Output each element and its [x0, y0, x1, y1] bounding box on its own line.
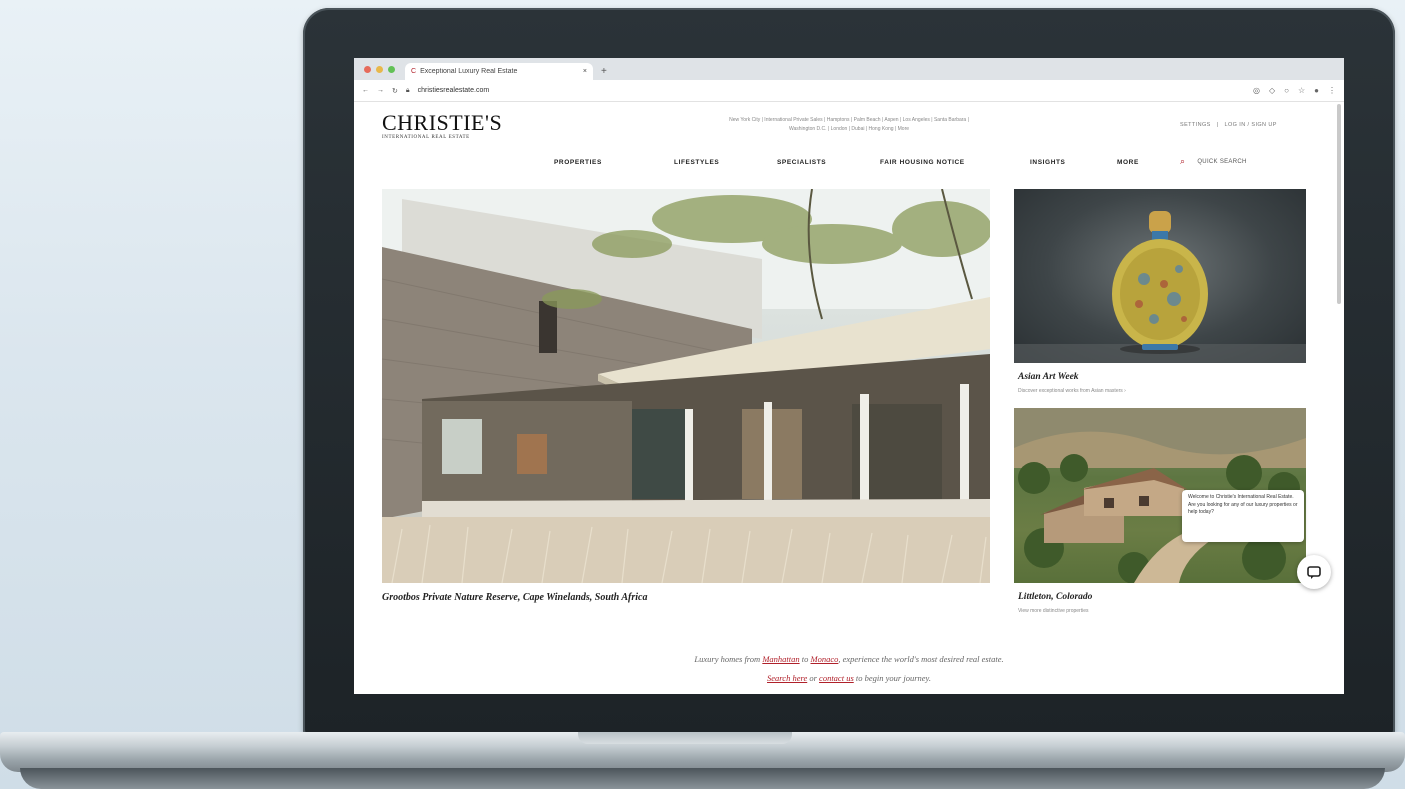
chat-welcome-popup[interactable]: Welcome to Christie's International Real…: [1182, 490, 1304, 542]
office-links-line2[interactable]: Washington D.C. | London | Dubai | Hong …: [634, 125, 1064, 134]
browser-tab-bar: C Exceptional Luxury Real Estate × +: [354, 58, 1344, 80]
tagline-text: to: [799, 654, 811, 664]
office-links-line1[interactable]: New York City | International Private Sa…: [634, 116, 1064, 125]
window-controls: [364, 66, 395, 73]
star-icon[interactable]: ☆: [1298, 86, 1305, 95]
chat-icon: [1307, 566, 1321, 579]
card-subtitle-littleton-colorado[interactable]: View more distinctive properties: [1018, 608, 1089, 614]
main-navigation: PROPERTIES LIFESTYLES SPECIALISTS FAIR H…: [554, 159, 1167, 166]
browser-extensions: ◎ ◇ ○ ☆ ● ⋮: [1253, 86, 1336, 95]
hero-caption[interactable]: Grootbos Private Nature Reserve, Cape Wi…: [382, 592, 647, 603]
tagline-text: , experience the world's most desired re…: [838, 654, 1004, 664]
url-field[interactable]: christiesrealestate.com: [418, 87, 1245, 94]
nav-fair-housing-notice[interactable]: FAIR HOUSING NOTICE: [880, 159, 1030, 166]
profile-icon[interactable]: ●: [1314, 86, 1319, 95]
asian-art-week-image[interactable]: [1014, 189, 1306, 363]
quick-search-label[interactable]: QUICK SEARCH: [1197, 159, 1246, 165]
search-icon[interactable]: ⌕: [1180, 156, 1185, 167]
tagline-line1: Luxury homes from Manhattan to Monaco, e…: [354, 650, 1344, 669]
laptop-bottom-edge: [20, 768, 1385, 789]
nav-more[interactable]: MORE: [1117, 159, 1167, 166]
search-here-link[interactable]: Search here: [767, 673, 807, 683]
nav-insights[interactable]: INSIGHTS: [1030, 159, 1117, 166]
tagline-text: Luxury homes from: [694, 654, 763, 664]
contact-us-link[interactable]: contact us: [819, 673, 854, 683]
logo-subtitle: INTERNATIONAL REAL ESTATE: [382, 135, 470, 140]
menu-kebab-icon[interactable]: ⋮: [1328, 86, 1336, 95]
laptop-screen: C Exceptional Luxury Real Estate × + ← →…: [354, 58, 1344, 694]
office-links: New York City | International Private Sa…: [634, 116, 1064, 134]
snuff-bottle-illustration: [1014, 211, 1306, 363]
card-title-littleton-colorado[interactable]: Littleton, Colorado: [1018, 592, 1092, 602]
manhattan-link[interactable]: Manhattan: [762, 654, 799, 664]
minimize-window-icon[interactable]: [376, 66, 383, 73]
tagline-text: to begin your journey.: [853, 673, 931, 683]
extension-icon[interactable]: ◎: [1253, 86, 1260, 95]
hero-house-illustration: [382, 189, 990, 583]
quick-search[interactable]: ⌕ QUICK SEARCH: [1180, 156, 1247, 167]
chat-launcher-button[interactable]: [1297, 555, 1331, 589]
extension-icon[interactable]: ◇: [1269, 86, 1275, 95]
new-tab-button[interactable]: +: [601, 66, 607, 77]
back-arrow-icon[interactable]: ←: [362, 87, 369, 94]
page-scrollbar[interactable]: [1337, 104, 1341, 304]
separator: |: [1216, 122, 1219, 128]
nav-lifestyles[interactable]: LIFESTYLES: [674, 159, 777, 166]
reload-icon[interactable]: ↻: [392, 87, 398, 95]
close-window-icon[interactable]: [364, 66, 371, 73]
homepage-tagline: Luxury homes from Manhattan to Monaco, e…: [354, 650, 1344, 688]
address-bar: ← → ↻ 🔒︎ christiesrealestate.com ◎ ◇ ○ ☆…: [354, 80, 1344, 102]
card-subtitle-asian-art-week[interactable]: Discover exceptional works from Asian ma…: [1018, 388, 1126, 394]
login-signup-link[interactable]: LOG IN / SIGN UP: [1225, 122, 1277, 128]
hero-image[interactable]: [382, 189, 990, 583]
nav-properties[interactable]: PROPERTIES: [554, 159, 674, 166]
account-links: SETTINGS | LOG IN / SIGN UP: [1180, 122, 1277, 128]
tagline-text: or: [807, 673, 820, 683]
tagline-line2: Search here or contact us to begin your …: [354, 669, 1344, 688]
christies-logo[interactable]: CHRISTIE'S INTERNATIONAL REAL ESTATE: [382, 110, 503, 141]
lock-icon: 🔒︎: [405, 86, 410, 94]
maximize-window-icon[interactable]: [388, 66, 395, 73]
close-tab-icon[interactable]: ×: [583, 68, 587, 75]
forward-arrow-icon[interactable]: →: [377, 87, 384, 94]
tab-title: Exceptional Luxury Real Estate: [420, 68, 518, 75]
card-title-asian-art-week[interactable]: Asian Art Week: [1018, 372, 1079, 382]
browser-tab[interactable]: C Exceptional Luxury Real Estate ×: [405, 63, 593, 80]
nav-specialists[interactable]: SPECIALISTS: [777, 159, 880, 166]
laptop-notch: [578, 732, 792, 744]
settings-link[interactable]: SETTINGS: [1180, 122, 1211, 128]
extension-icon[interactable]: ○: [1284, 86, 1289, 95]
monaco-link[interactable]: Monaco: [811, 654, 839, 664]
favicon-icon: C: [411, 68, 417, 75]
logo-wordmark: CHRISTIE'S: [382, 110, 503, 135]
